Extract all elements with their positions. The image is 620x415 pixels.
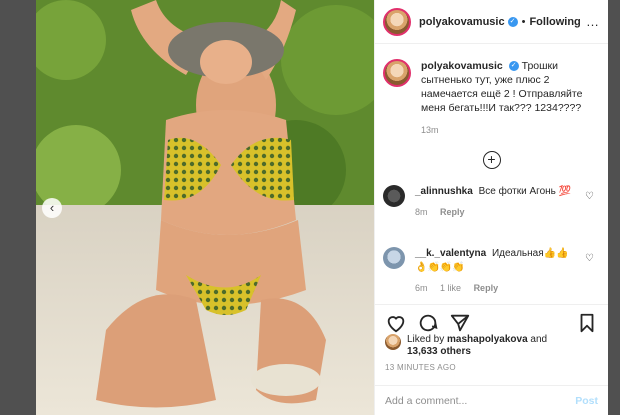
share-icon[interactable] — [449, 312, 471, 334]
comment-body: _alinnushka Все фотки Агонь 💯 8m Reply — [415, 185, 575, 219]
bookmark-icon[interactable] — [576, 312, 598, 334]
likes-count[interactable]: 13,633 others — [407, 346, 471, 357]
liked-by-prefix: Liked by — [407, 334, 445, 345]
comment-time: 8m — [415, 207, 428, 217]
verified-badge-icon: ✓ — [507, 16, 518, 27]
following-button[interactable]: Following — [529, 16, 580, 28]
comment-body: __k._valentyna Идеальная👍👍 👌👏👏👏 6m 1 lik… — [415, 247, 575, 295]
carousel-prev-button[interactable]: ‹ — [42, 198, 62, 218]
load-more-comments-icon[interactable]: + — [482, 151, 501, 169]
commenter-avatar[interactable] — [383, 247, 405, 269]
post-side-panel: polyakovamusic ✓ • Following … polyakova… — [374, 0, 608, 415]
reply-button[interactable]: Reply — [440, 207, 465, 217]
post-comment-button[interactable]: Post — [575, 395, 598, 407]
caption-time: 13m — [421, 125, 439, 135]
comment-text: Все фотки Агонь 💯 — [478, 186, 572, 197]
caption-body: polyakovamusic ✓ Трошки сытненько тут, уж… — [421, 59, 600, 137]
caption-username[interactable]: polyakovamusic — [421, 60, 503, 72]
comment-username[interactable]: _alinnushka — [415, 186, 473, 197]
commenter-avatar[interactable] — [383, 185, 405, 207]
comment-item: _alinnushka Все фотки Агонь 💯 8m Reply ♡ — [375, 185, 608, 219]
comment-item: __k._valentyna Идеальная👍👍 👌👏👏👏 6m 1 lik… — [375, 247, 608, 295]
caption-verified-icon: ✓ — [508, 61, 519, 72]
page-background-right — [608, 0, 620, 415]
comment-time: 6m — [415, 283, 428, 293]
post-timestamp[interactable]: 13 MINUTES AGO — [385, 363, 456, 372]
liker-avatar[interactable] — [385, 334, 401, 350]
post-photo[interactable] — [36, 0, 374, 415]
header-separator: • — [521, 15, 526, 28]
comment-icon[interactable] — [417, 312, 439, 334]
comment-meta: 8m Reply — [415, 205, 575, 219]
comments-scroll-area[interactable]: polyakovamusic ✓ Трошки сытненько тут, уж… — [375, 45, 608, 301]
comment-likes-count[interactable]: 1 like — [440, 283, 461, 293]
add-comment-input[interactable] — [385, 394, 555, 407]
comment-like-heart-icon[interactable]: ♡ — [585, 253, 594, 264]
likes-summary: Liked by mashapolyakova and 13,633 other… — [385, 334, 547, 358]
caption-author-avatar[interactable] — [383, 59, 411, 87]
author-avatar[interactable] — [383, 7, 411, 36]
comment-like-heart-icon[interactable]: ♡ — [585, 191, 594, 202]
author-username[interactable]: polyakovamusic — [419, 16, 505, 28]
reply-button[interactable]: Reply — [474, 283, 499, 293]
likes-text: Liked by mashapolyakova and 13,633 other… — [407, 334, 547, 358]
post-header: polyakovamusic ✓ • Following … — [375, 0, 608, 44]
page-background-left — [0, 0, 36, 415]
comment-meta: 6m 1 like Reply — [415, 281, 575, 295]
heart-icon[interactable] — [385, 312, 407, 334]
more-options-icon[interactable]: … — [586, 14, 600, 29]
caption: polyakovamusic ✓ Трошки сытненько тут, уж… — [375, 45, 608, 137]
likes-and: and — [530, 334, 548, 345]
comment-username[interactable]: __k._valentyna — [415, 248, 486, 259]
liker-username[interactable]: mashapolyakova — [447, 334, 528, 345]
add-comment-bar: Post — [375, 385, 608, 415]
